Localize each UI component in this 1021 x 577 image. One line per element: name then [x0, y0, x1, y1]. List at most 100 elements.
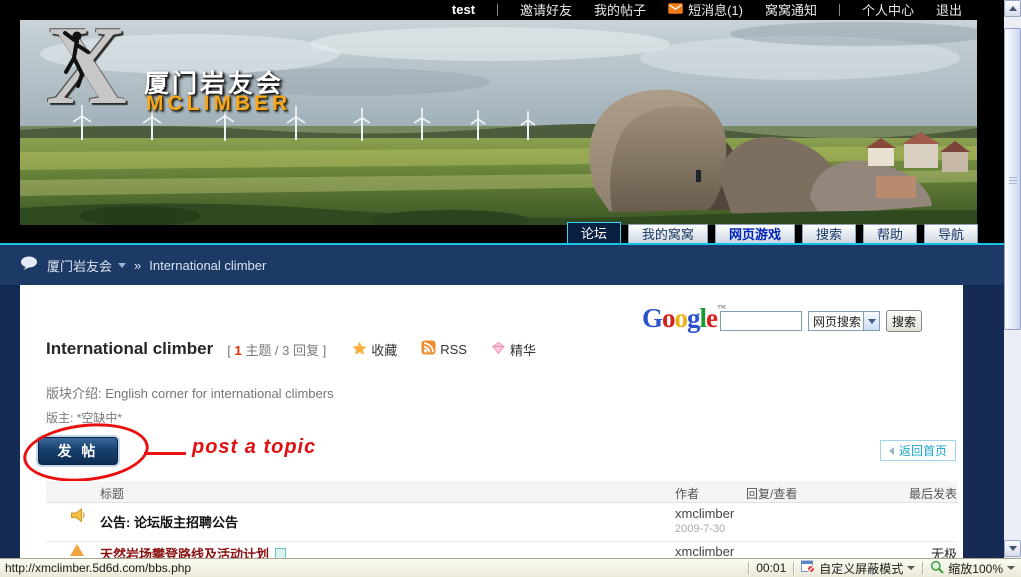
intro-label: 版块介绍:	[46, 386, 102, 401]
star-icon	[352, 341, 367, 358]
tab-web-games[interactable]: 网页游戏	[715, 224, 795, 244]
tab-navigation[interactable]: 导航	[924, 224, 978, 244]
post-topic-button[interactable]: 发 帖	[38, 437, 118, 465]
scrollbar-grip	[1009, 177, 1017, 184]
top-menu-bar: test 邀请好友 我的帖子 短消息(1) 窝窝通知 个人中心 退出	[0, 0, 1004, 19]
intro-text: English corner for international climber…	[105, 386, 333, 401]
google-letter: o	[675, 303, 688, 333]
status-url: http://xmclimber.5d6d.com/bbs.php	[0, 561, 748, 575]
back-home-button[interactable]: 返回首页	[880, 440, 956, 461]
menu-notifications[interactable]: 窝窝通知	[765, 0, 817, 19]
header-replies: 回复/查看	[746, 485, 797, 502]
menu-logout[interactable]: 退出	[936, 0, 962, 19]
thread-table-header: 标题 作者 回复/查看 最后发表	[46, 481, 957, 503]
search-input[interactable]	[720, 311, 802, 331]
climber-silhouette-icon	[60, 28, 94, 90]
arrow-left-icon	[889, 447, 894, 455]
rss-link[interactable]: RSS	[421, 340, 467, 358]
moderator-value: *空缺中*	[77, 411, 122, 425]
menu-divider	[839, 4, 840, 16]
status-time: 00:01	[756, 561, 786, 575]
status-right-cluster: 00:01 自定义屏蔽模式 缩放100%	[748, 560, 1021, 577]
header-author: 作者	[675, 485, 699, 502]
forum-intro: 版块介绍: English corner for international c…	[46, 383, 334, 402]
vertical-scrollbar[interactable]	[1004, 0, 1021, 558]
browser-status-bar: http://xmclimber.5d6d.com/bbs.php 00:01 …	[0, 558, 1021, 577]
breadcrumb: 厦门岩友会 » International climber	[0, 245, 1004, 285]
megaphone-icon	[70, 508, 87, 526]
header-last-post: 最后发表	[909, 485, 957, 502]
banner-photo: X 厦门岩友会 MCLIMBER	[20, 20, 977, 225]
rss-icon	[421, 340, 436, 358]
thread-title-link[interactable]: 天然岩场攀登路线及活动计划	[100, 544, 286, 558]
site-name-english: MCLIMBER	[146, 92, 291, 116]
google-letter: e	[706, 303, 717, 333]
menu-invite-friends[interactable]: 邀请好友	[520, 0, 572, 19]
thread-date: 2009-7-30	[675, 523, 725, 535]
moderator-label: 版主:	[46, 411, 73, 425]
scroll-up-button[interactable]	[1004, 0, 1021, 17]
google-logo[interactable]: Google™	[642, 303, 726, 334]
menu-profile[interactable]: 个人中心	[862, 0, 914, 19]
rss-label: RSS	[440, 342, 467, 357]
filter-mode-label: 自定义屏蔽模式	[819, 560, 903, 577]
stats-bracket: [	[227, 343, 231, 358]
digest-link[interactable]: 精华	[491, 340, 536, 359]
thread-title-text: 天然岩场攀登路线及活动计划	[100, 544, 269, 558]
status-divider	[793, 562, 794, 575]
menu-my-posts[interactable]: 我的帖子	[594, 0, 646, 19]
gem-icon	[491, 341, 506, 358]
zoom-level-label: 缩放100%	[948, 560, 1003, 577]
magnifier-icon	[930, 560, 944, 577]
google-letter: G	[642, 303, 662, 333]
menu-messages-label: 短消息(1)	[688, 0, 743, 19]
forum-stats: [ 1 主题 / 3 回复 ]	[227, 340, 326, 359]
scrollbar-thumb[interactable]	[1004, 28, 1021, 330]
thread-author-link[interactable]: xmclimber	[675, 544, 734, 558]
scroll-down-button[interactable]	[1004, 540, 1021, 557]
page-title: International climber	[46, 339, 213, 359]
site-logo[interactable]: X 厦门岩友会 MCLIMBER	[46, 24, 346, 144]
search-mode-select[interactable]: 网页搜索	[808, 311, 880, 331]
header-title: 标题	[100, 485, 124, 502]
chevron-down-icon	[1007, 566, 1015, 570]
digest-label: 精华	[510, 340, 536, 359]
status-divider	[748, 562, 749, 575]
chevron-down-icon	[907, 566, 915, 570]
breadcrumb-root-label: 厦门岩友会	[47, 256, 112, 275]
speech-bubble-icon	[20, 256, 39, 274]
chevron-down-icon	[118, 263, 126, 268]
tab-forum[interactable]: 论坛	[567, 222, 621, 244]
status-divider	[922, 562, 923, 575]
last-poster-link[interactable]: 无极	[931, 544, 957, 558]
breadcrumb-separator: »	[134, 258, 141, 273]
thread-title-link[interactable]: 公告: 论坛版主招聘公告	[100, 512, 238, 531]
annotation-text: post a topic	[192, 436, 316, 459]
browser-page: test 邀请好友 我的帖子 短消息(1) 窝窝通知 个人中心 退出	[0, 0, 1021, 577]
stats-text: 主题 / 3 回复 ]	[245, 343, 326, 358]
attachment-icon	[275, 548, 286, 558]
table-row: 公告: 论坛版主招聘公告 xmclimber 2009-7-30	[46, 504, 957, 542]
favorite-label: 收藏	[371, 340, 397, 359]
tab-divider-line	[0, 243, 1004, 245]
tab-help[interactable]: 帮助	[863, 224, 917, 244]
tab-my-space[interactable]: 我的窝窝	[628, 224, 708, 244]
search-button[interactable]: 搜索	[886, 310, 922, 332]
menu-divider	[497, 4, 498, 16]
zoom-dropdown[interactable]: 缩放100%	[930, 560, 1015, 577]
username[interactable]: test	[452, 2, 475, 17]
table-row: 天然岩场攀登路线及活动计划 xmclimber 无极	[46, 542, 957, 558]
back-home-label: 返回首页	[899, 442, 947, 459]
filter-mode-dropdown[interactable]: 自定义屏蔽模式	[801, 560, 915, 577]
favorite-link[interactable]: 收藏	[352, 340, 397, 359]
thread-author-link[interactable]: xmclimber	[675, 506, 734, 521]
breadcrumb-root-link[interactable]: 厦门岩友会	[47, 256, 126, 275]
tab-search[interactable]: 搜索	[802, 224, 856, 244]
moderator-line: 版主: *空缺中*	[46, 409, 122, 426]
google-letter: g	[687, 303, 700, 333]
forum-title-row: International climber [ 1 主题 / 3 回复 ] 收藏…	[46, 339, 536, 359]
topic-count: 1	[234, 343, 241, 358]
google-letter: o	[662, 303, 675, 333]
menu-messages[interactable]: 短消息(1)	[668, 0, 743, 19]
main-tab-bar: 论坛 我的窝窝 网页游戏 搜索 帮助 导航	[0, 222, 1004, 244]
